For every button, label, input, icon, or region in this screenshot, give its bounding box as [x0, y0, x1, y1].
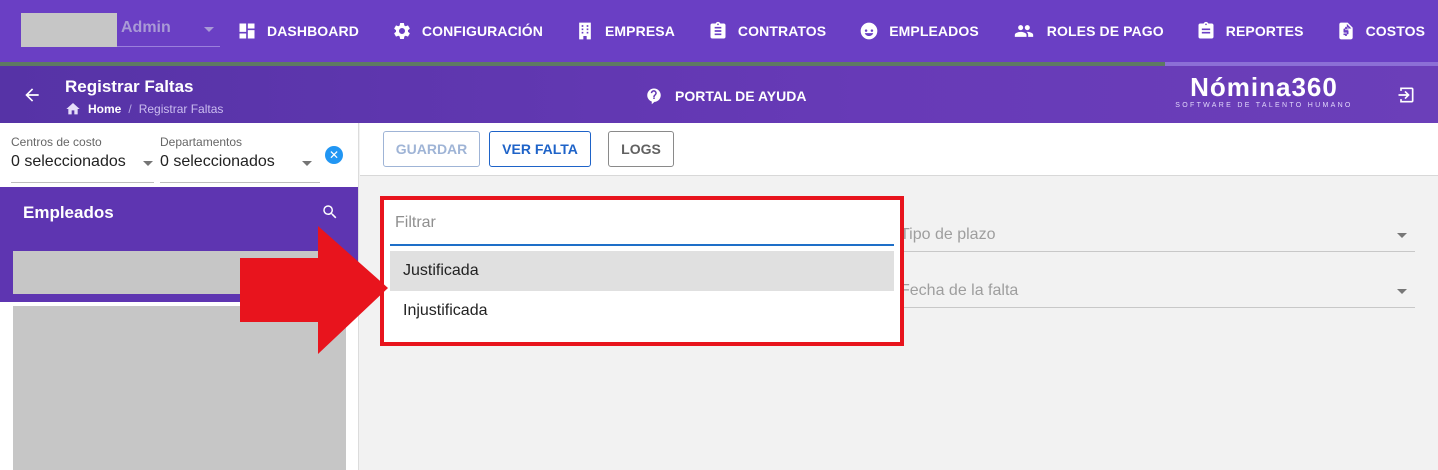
logout-icon[interactable]	[1396, 85, 1416, 105]
nav-item-label: CONTRATOS	[737, 23, 827, 39]
dropdown-filter-input[interactable]	[395, 214, 885, 232]
dropdown-option-injustificada[interactable]: Injustificada	[390, 291, 894, 331]
cost-center-underline	[11, 182, 154, 183]
nav-item-label: EMPLEADOS	[889, 23, 979, 39]
page-title: Registrar Faltas	[65, 77, 194, 96]
dropdown-option-justificada[interactable]: Justificada	[390, 251, 894, 291]
nav-item-label: COSTOS	[1365, 23, 1426, 39]
cost-center-select[interactable]: Centros de costo 0 seleccionados	[11, 135, 126, 171]
search-icon[interactable]	[321, 203, 339, 221]
dropdown-filter	[390, 206, 894, 246]
absence-date-field[interactable]: Fecha de la falta	[900, 278, 1415, 308]
help-bubble-icon	[647, 88, 661, 105]
report-icon	[1198, 21, 1214, 39]
breadcrumb-current: Registrar Faltas	[138, 102, 224, 116]
save-button[interactable]: GUARDAR	[383, 131, 480, 167]
nav-item-configuracion[interactable]: CONFIGURACIÓN	[392, 0, 543, 62]
nav-item-label: CONFIGURACIÓN	[421, 23, 543, 39]
face-icon	[860, 22, 878, 40]
chevron-down-icon	[1397, 233, 1407, 238]
action-toolbar: GUARDAR VER FALTA LOGS	[360, 123, 1438, 176]
top-navbar: Admin DASHBOARD CONFIGURACIÓN EMPRESA CO…	[0, 0, 1438, 66]
department-select[interactable]: Departamentos 0 seleccionados	[160, 135, 275, 171]
cost-center-label: Centros de costo	[11, 135, 102, 149]
cost-center-value: 0 seleccionados	[11, 153, 126, 170]
logs-button[interactable]: LOGS	[608, 131, 674, 167]
absence-date-placeholder: Fecha de la falta	[900, 282, 1019, 299]
chevron-down-icon[interactable]	[143, 161, 153, 166]
nav-item-costos[interactable]: COSTOS	[1336, 0, 1425, 62]
nav-item-empleados[interactable]: EMPLEADOS	[859, 0, 979, 62]
department-label: Departamentos	[160, 135, 243, 149]
help-portal-label: PORTAL DE AYUDA	[675, 88, 807, 104]
help-portal-link[interactable]: PORTAL DE AYUDA	[645, 87, 806, 105]
breadcrumb-separator: /	[128, 102, 132, 116]
dashboard-icon	[239, 23, 255, 39]
employees-title: Empleados	[23, 203, 114, 222]
main-nav: DASHBOARD CONFIGURACIÓN EMPRESA CONTRATO…	[237, 0, 1438, 62]
logo-wordmark: Nómina360	[1190, 72, 1338, 102]
term-type-select[interactable]: Tipo de plazo	[900, 222, 1415, 252]
breadcrumb: Home / Registrar Faltas	[65, 101, 223, 117]
nav-item-label: ROLES DE PAGO	[1046, 23, 1164, 39]
nav-item-label: REPORTES	[1225, 23, 1304, 39]
user-name: Admin	[121, 19, 171, 36]
arrow-back-icon[interactable]	[22, 85, 42, 105]
nav-item-contratos[interactable]: CONTRATOS	[708, 0, 826, 62]
nav-item-empresa[interactable]: EMPRESA	[575, 0, 675, 62]
building-icon	[579, 22, 591, 40]
absence-type-dropdown: Justificada Injustificada	[380, 196, 904, 346]
chevron-down-icon[interactable]	[302, 161, 312, 166]
breadcrumb-home[interactable]: Home	[88, 102, 121, 116]
nomina360-logo: Nómina360 SOFTWARE DE TALENTO HUMANO	[1174, 73, 1354, 109]
department-value: 0 seleccionados	[160, 153, 275, 170]
view-absence-button[interactable]: VER FALTA	[489, 131, 591, 167]
people-icon	[1014, 25, 1033, 37]
logo-tagline: SOFTWARE DE TALENTO HUMANO	[1175, 102, 1353, 109]
clear-filters-icon[interactable]: ✕	[325, 146, 343, 164]
gear-icon	[394, 22, 410, 39]
department-underline	[160, 182, 320, 183]
chevron-down-icon	[1397, 289, 1407, 294]
nav-item-roles-de-pago[interactable]: ROLES DE PAGO	[1011, 0, 1164, 62]
cost-file-icon	[1338, 22, 1353, 40]
home-icon	[66, 103, 80, 115]
user-menu[interactable]: Admin	[21, 13, 220, 47]
clipboard-icon	[710, 21, 726, 39]
annotation-arrow-icon	[240, 226, 388, 354]
term-type-placeholder: Tipo de plazo	[900, 226, 996, 243]
chevron-down-icon	[204, 27, 214, 32]
nav-item-label: DASHBOARD	[267, 23, 359, 39]
page-header: Registrar Faltas Home / Registrar Faltas…	[0, 66, 1438, 123]
nav-item-reportes[interactable]: REPORTES	[1196, 0, 1304, 62]
avatar	[21, 13, 117, 47]
nav-item-dashboard[interactable]: DASHBOARD	[237, 0, 359, 62]
nav-item-label: EMPRESA	[604, 23, 675, 39]
